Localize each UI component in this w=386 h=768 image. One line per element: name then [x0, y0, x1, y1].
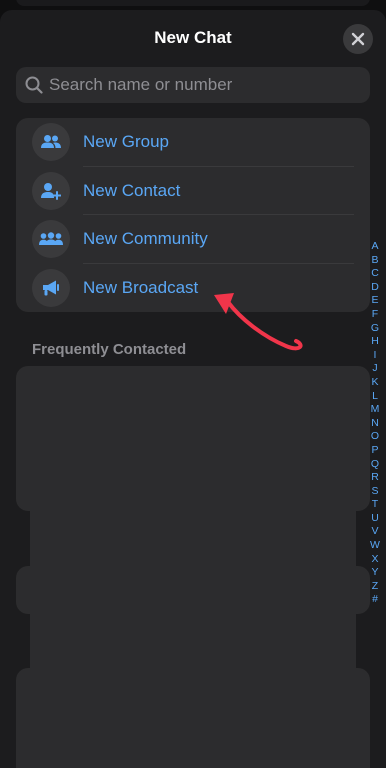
contact-list-placeholder — [30, 500, 356, 570]
index-letter[interactable]: M — [371, 403, 380, 417]
contact-list-placeholder — [16, 366, 370, 511]
index-letter[interactable]: K — [371, 376, 378, 390]
index-letter[interactable]: G — [371, 322, 379, 336]
index-letter[interactable]: S — [371, 485, 378, 499]
index-letter[interactable]: X — [371, 553, 378, 567]
contact-list-placeholder — [16, 668, 370, 768]
actions-list: New Group New Contact New Community New … — [16, 118, 370, 312]
index-letter[interactable]: E — [371, 294, 378, 308]
group-icon — [32, 123, 70, 162]
index-letter[interactable]: I — [374, 349, 377, 363]
contact-list-placeholder — [30, 606, 356, 676]
background-sheet-edge — [16, 0, 370, 6]
index-letter[interactable]: P — [371, 444, 378, 458]
page-title: New Chat — [154, 28, 232, 47]
index-letter[interactable]: L — [372, 390, 378, 404]
new-group-item[interactable]: New Group — [16, 118, 370, 167]
new-broadcast-item[interactable]: New Broadcast — [16, 264, 370, 313]
index-letter[interactable]: J — [372, 362, 377, 376]
frequently-contacted-heading: Frequently Contacted — [32, 341, 187, 358]
header: New Chat — [0, 10, 386, 66]
alphabet-index[interactable]: A B C D E F G H I J K L M N O P Q R S T U V W X Y Z # — [368, 240, 382, 607]
index-letter[interactable]: H — [371, 335, 379, 349]
community-icon — [32, 220, 70, 259]
index-letter[interactable]: R — [371, 471, 379, 485]
search-icon — [25, 76, 43, 94]
index-letter[interactable]: T — [372, 498, 378, 512]
index-letter[interactable]: Q — [371, 458, 379, 472]
index-letter[interactable]: V — [371, 525, 378, 539]
add-contact-icon — [32, 171, 70, 210]
new-chat-sheet: New Chat New Group — [0, 10, 386, 768]
new-community-label: New Community — [83, 229, 208, 249]
new-broadcast-label: New Broadcast — [83, 277, 199, 297]
index-letter[interactable]: U — [371, 512, 379, 526]
search-bar[interactable] — [16, 67, 370, 103]
index-letter[interactable]: A — [371, 240, 378, 254]
close-icon — [351, 32, 365, 46]
new-group-label: New Group — [83, 132, 169, 152]
index-letter[interactable]: # — [372, 593, 378, 607]
index-letter[interactable]: O — [371, 430, 379, 444]
index-letter[interactable]: D — [371, 281, 379, 295]
index-letter[interactable]: C — [371, 267, 379, 281]
close-button[interactable] — [343, 24, 373, 54]
index-letter[interactable]: W — [370, 539, 380, 553]
search-input[interactable] — [47, 74, 370, 96]
new-contact-item[interactable]: New Contact — [16, 167, 370, 216]
index-letter[interactable]: F — [372, 308, 378, 322]
index-letter[interactable]: Y — [371, 566, 378, 580]
new-community-item[interactable]: New Community — [16, 215, 370, 264]
new-contact-label: New Contact — [83, 180, 181, 200]
megaphone-icon — [32, 268, 70, 307]
index-letter[interactable]: B — [371, 254, 378, 268]
index-letter[interactable]: N — [371, 417, 379, 431]
index-letter[interactable]: Z — [372, 580, 378, 594]
